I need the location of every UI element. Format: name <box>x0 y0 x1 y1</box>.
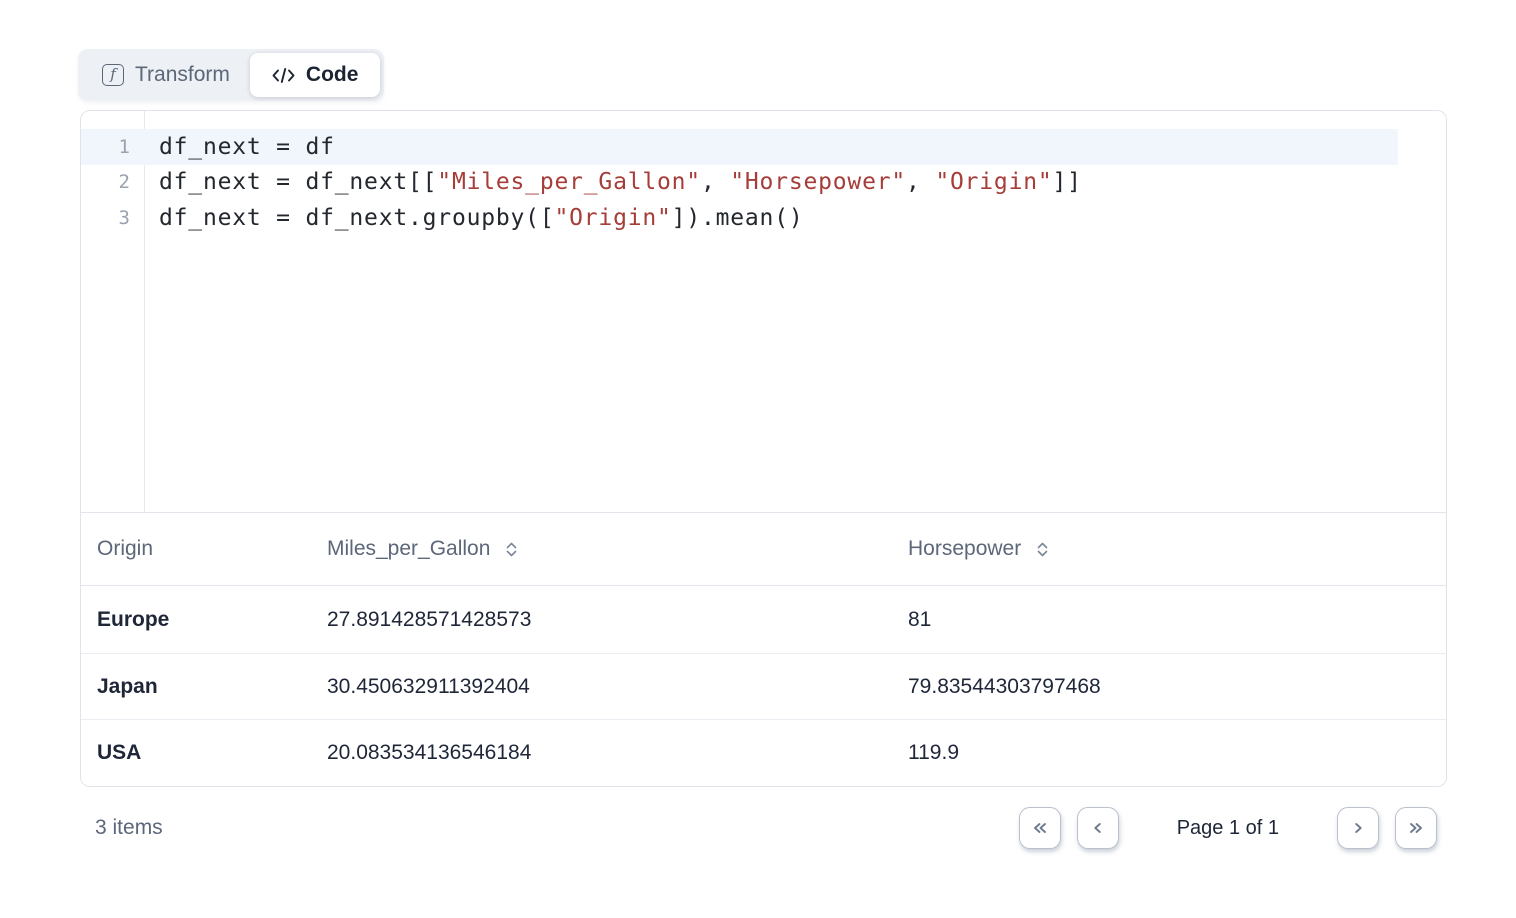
tab-code-label: Code <box>306 63 359 87</box>
pagination: Page 1 of 1 <box>1019 807 1447 849</box>
cell-origin: Europe <box>81 608 311 632</box>
code-line: 1 df_next = df <box>81 129 1446 165</box>
code-line-text: df_next = df <box>144 134 335 160</box>
table-header-row: Origin Miles_per_Gallon Horsepower <box>81 513 1446 587</box>
code-line-text: df_next = df_next[["Miles_per_Gallon", "… <box>144 169 1082 195</box>
next-page-button[interactable] <box>1337 807 1379 849</box>
cell-miles-per-gallon: 30.450632911392404 <box>311 675 892 699</box>
first-page-button[interactable] <box>1019 807 1061 849</box>
code-icon <box>272 67 295 84</box>
line-number: 3 <box>81 207 144 229</box>
tab-code[interactable]: Code <box>250 53 381 97</box>
transform-cell: Transform Code 1 df_next = df 2 df_next … <box>0 0 1516 918</box>
cell-panel: 1 df_next = df 2 df_next = df_next[["Mil… <box>80 110 1447 787</box>
line-number: 1 <box>81 136 144 158</box>
cell-origin: USA <box>81 741 311 765</box>
cell-origin: Japan <box>81 675 311 699</box>
line-number: 2 <box>81 171 144 193</box>
cell-horsepower: 79.83544303797468 <box>892 675 1446 699</box>
items-count: 3 items <box>80 816 163 840</box>
table-row: Japan 30.450632911392404 79.835443037974… <box>81 653 1446 720</box>
column-header-origin: Origin <box>81 537 311 561</box>
view-toggle: Transform Code <box>78 49 384 101</box>
tab-transform[interactable]: Transform <box>82 53 250 97</box>
cell-horsepower: 81 <box>892 608 1446 632</box>
tab-transform-label: Transform <box>135 63 230 87</box>
code-line-text: df_next = df_next.groupby(["Origin"]).me… <box>144 205 804 231</box>
chevron-left-icon <box>1090 820 1106 836</box>
code-line: 3 df_next = df_next.groupby(["Origin"]).… <box>81 200 1446 236</box>
column-header-miles-per-gallon[interactable]: Miles_per_Gallon <box>311 537 892 561</box>
table-footer: 3 items Page 1 of 1 <box>80 800 1447 856</box>
sort-arrows-icon <box>505 541 518 558</box>
page-indicator: Page 1 of 1 <box>1177 817 1279 840</box>
table-row: USA 20.083534136546184 119.9 <box>81 719 1446 786</box>
cell-horsepower: 119.9 <box>892 741 1446 765</box>
code-editor[interactable]: 1 df_next = df 2 df_next = df_next[["Mil… <box>81 111 1446 513</box>
sort-arrows-icon <box>1036 541 1049 558</box>
double-chevron-left-icon <box>1031 820 1049 836</box>
table-row: Europe 27.891428571428573 81 <box>81 586 1446 653</box>
last-page-button[interactable] <box>1395 807 1437 849</box>
cell-miles-per-gallon: 27.891428571428573 <box>311 608 892 632</box>
chevron-right-icon <box>1350 820 1366 836</box>
code-line: 2 df_next = df_next[["Miles_per_Gallon",… <box>81 165 1446 201</box>
prev-page-button[interactable] <box>1077 807 1119 849</box>
cell-miles-per-gallon: 20.083534136546184 <box>311 741 892 765</box>
function-icon <box>102 64 124 86</box>
double-chevron-right-icon <box>1407 820 1425 836</box>
column-header-horsepower[interactable]: Horsepower <box>892 537 1446 561</box>
